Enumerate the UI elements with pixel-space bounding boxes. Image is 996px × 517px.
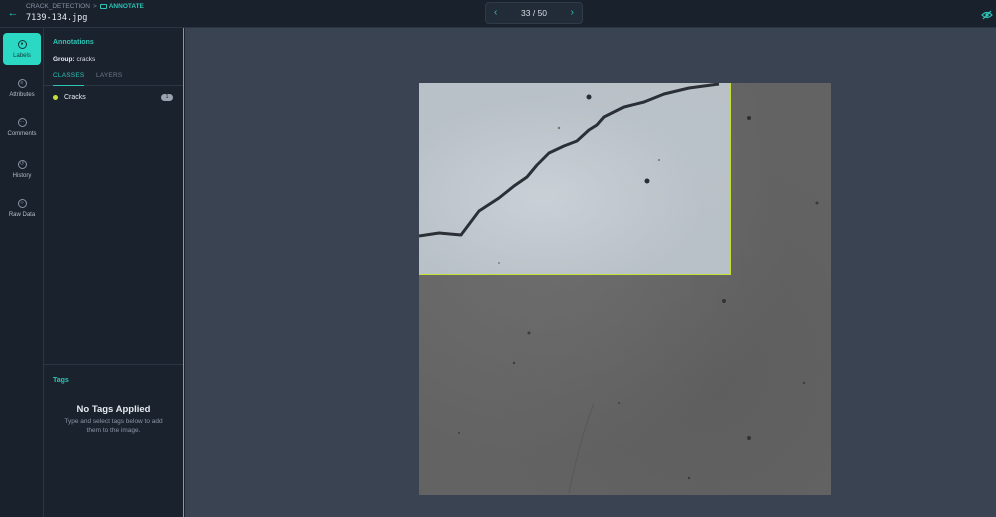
crack-line [419,83,720,264]
breadcrumb-project[interactable]: CRACK_DETECTION [26,3,90,10]
tags-title: Tags [53,377,69,384]
panel-title: Annotations [53,39,94,46]
concrete-image [419,83,831,495]
annotation-canvas[interactable] [185,28,996,517]
rail-item-label: Comments [7,130,37,137]
file-name: 7139-134.jpg [26,13,88,23]
rail-item-comments[interactable]: ⋯ Comments [3,111,41,143]
group-label: Group: [53,56,75,63]
class-name: Cracks [64,93,86,101]
attributes-icon: ≡ [17,78,27,88]
rail-item-label: History [12,172,32,179]
breadcrumb: CRACK_DETECTION > ANNOTATE [26,3,144,10]
annotations-panel: Annotations Group: cracks CLASSES LAYERS… [44,28,184,517]
image-pager: ‹ 33 / 50 › [485,2,583,24]
rail-item-raw-data[interactable]: ‹› Raw Data [3,192,41,224]
rail-item-label: Raw Data [8,211,36,218]
tab-layers[interactable]: LAYERS [96,72,122,86]
class-count-badge: 1 [161,93,173,101]
tab-classes[interactable]: CLASSES [53,72,84,86]
code-icon: ‹› [17,198,27,208]
annotate-icon [99,4,107,9]
rail-item-label: Labels [13,52,31,59]
pager-position: 33 / 50 [521,8,547,18]
class-item-cracks[interactable]: Cracks 1 [53,91,173,103]
breadcrumb-mode: ANNOTATE [99,3,144,10]
panel-tabs: CLASSES LAYERS [44,72,183,86]
breadcrumb-mode-label: ANNOTATE [108,3,144,10]
rail-item-labels[interactable]: ● Labels [3,33,41,65]
breadcrumb-separator: > [92,3,97,10]
back-arrow-icon[interactable]: ← [6,6,20,20]
rail-item-attributes[interactable]: ≡ Attributes [3,72,41,104]
comment-icon: ⋯ [17,117,27,127]
group-line: Group: cracks [53,56,95,63]
top-bar: ← CRACK_DETECTION > ANNOTATE 7139-134.jp… [0,0,996,28]
eye-off-icon[interactable] [981,7,993,20]
tags-section: Tags No Tags Applied Type and select tag… [44,364,183,517]
chevron-right-icon[interactable]: › [571,8,574,18]
label-icon: ● [17,39,27,49]
history-icon: ↺ [17,159,27,169]
no-tags-hint: Type and select tags below to add them t… [64,418,163,434]
crack-bounding-box[interactable] [419,83,731,275]
class-color-dot [53,94,58,100]
chevron-left-icon[interactable]: ‹ [494,8,497,18]
rail-item-history[interactable]: ↺ History [3,153,41,185]
group-value: cracks [76,56,96,63]
no-tags-title: No Tags Applied [76,404,151,415]
left-rail: ● Labels ≡ Attributes ⋯ Comments ↺ Histo… [0,28,44,517]
rail-item-label: Attributes [9,91,35,98]
